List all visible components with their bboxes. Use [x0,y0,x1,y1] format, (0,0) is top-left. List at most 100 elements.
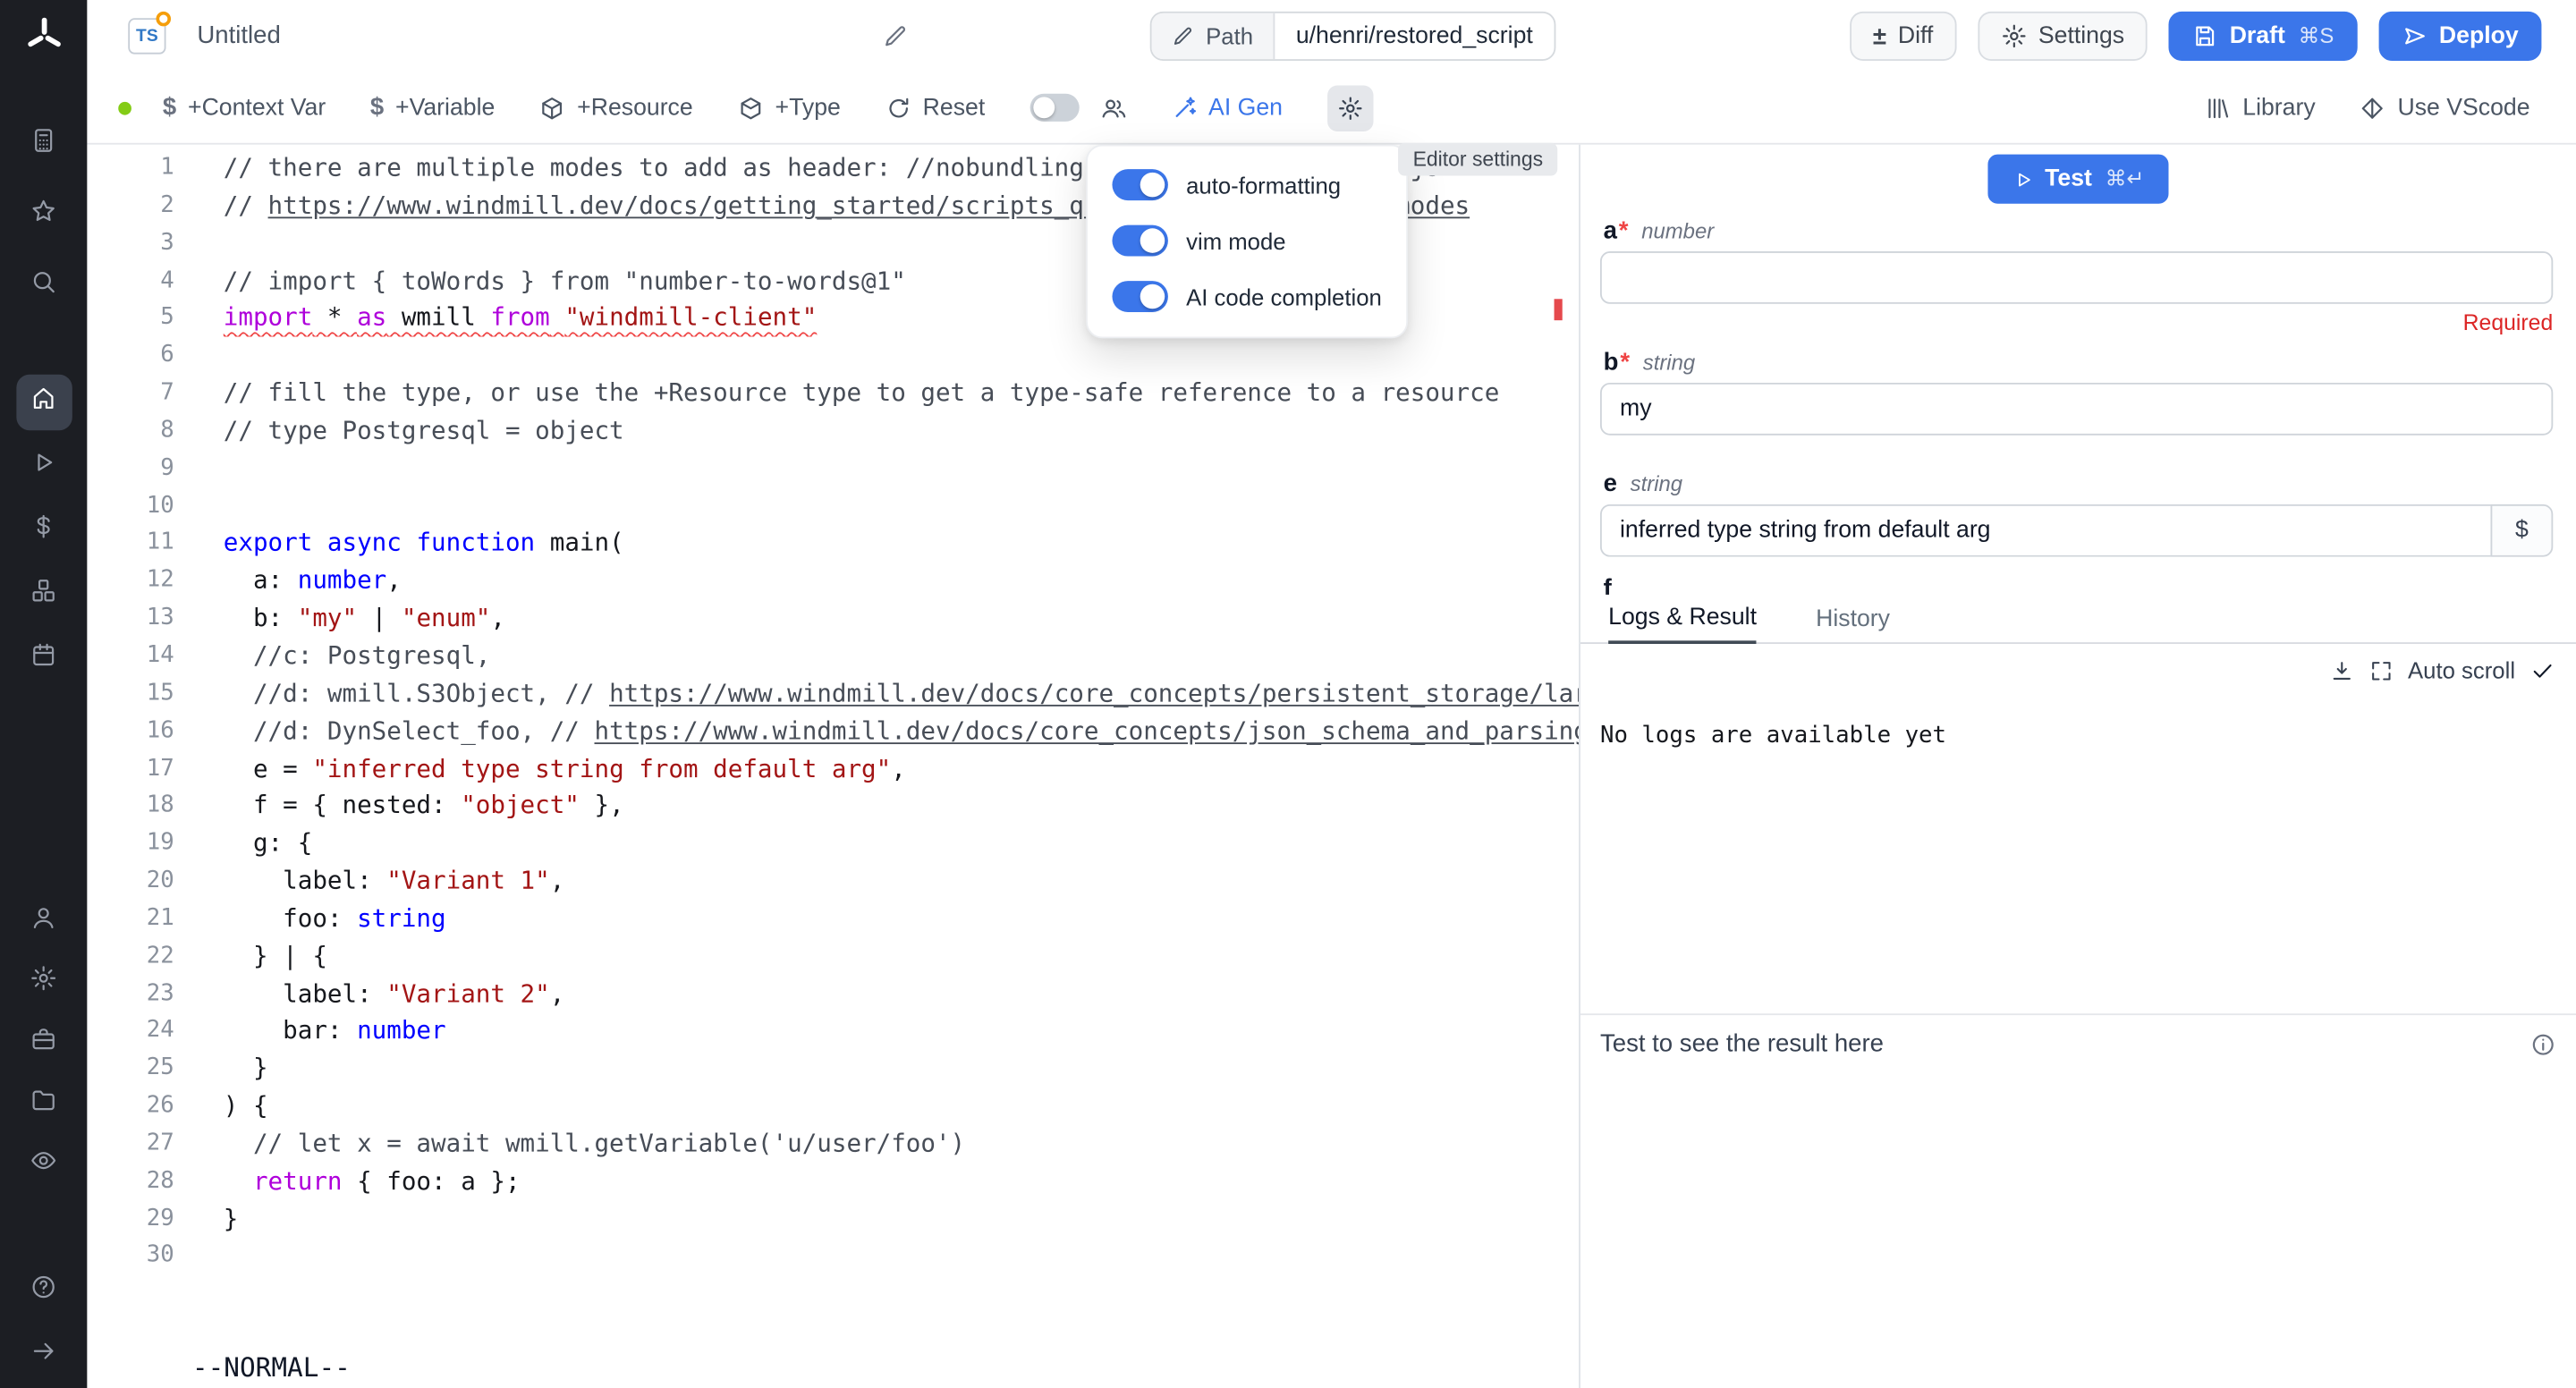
line-number: 19 [87,825,223,862]
sidebar-item-search[interactable] [0,250,87,320]
sidebar-item-variables[interactable] [0,498,87,563]
editor-setting-auto-formatting[interactable]: auto-formatting [1112,169,1381,200]
line-number: 29 [87,1200,223,1238]
path-editor[interactable]: Path u/henri/restored_script [1150,12,1556,61]
line-number: 21 [87,900,223,937]
add-type-button[interactable]: +Type [737,95,841,121]
code-line: 20 label: "Variant 1", [87,862,1579,900]
code-line: 28 return { foo: a }; [87,1163,1579,1200]
download-logs-icon[interactable] [2329,658,2354,683]
code-line: 25 } [87,1050,1579,1088]
code-line: 26) { [87,1088,1579,1125]
draft-shortcut: ⌘S [2299,23,2334,49]
code-line: 12 a: number, [87,563,1579,600]
diff-button[interactable]: ± Diff [1850,12,1956,61]
result-tabs: Logs & Result History [1580,595,2576,644]
dollar-icon [30,512,57,547]
sidebar-group-admin [0,891,87,1195]
save-icon [2191,23,2217,49]
code-line: 18 f = { nested: "object" }, [87,787,1579,825]
test-shortcut: ⌘↵ [2106,166,2145,192]
error-marker [1555,299,1563,320]
code-line: 30 [87,1238,1579,1275]
sidebar-item-apps[interactable] [0,108,87,179]
code-line: 9 [87,450,1579,487]
a-input[interactable] [1600,251,2553,304]
line-number: 12 [87,563,223,600]
sidebar-item-workspace-settings[interactable] [0,951,87,1011]
code-line: 29} [87,1200,1579,1238]
edit-summary-pencil-icon[interactable] [882,23,908,49]
auto-scroll-checkbox[interactable] [2530,658,2555,683]
kite-icon [2360,95,2385,121]
log-tools: Auto scroll [2329,657,2555,683]
language-badge-label: TS [136,26,158,46]
draft-button[interactable]: Draft ⌘S [2169,12,2357,61]
code-line: 6 [87,337,1579,375]
add-resource-button[interactable]: +Resource [539,95,693,121]
line-number: 7 [87,375,223,412]
expand-logs-icon[interactable] [2368,658,2394,683]
sidebar-item-folders[interactable] [0,1072,87,1133]
panel-divider [1580,1013,2576,1015]
e-input[interactable] [1600,504,2491,557]
sidebar-item-resources[interactable] [0,562,87,626]
play-icon [2012,168,2033,190]
field-b: b*string [1580,348,2576,435]
package-icon [737,95,763,121]
use-vscode-button[interactable]: Use VScode [2360,95,2529,121]
line-number: 11 [87,525,223,563]
deploy-label: Deploy [2439,23,2519,49]
users-icon [1100,95,1126,121]
line-number: 5 [87,300,223,337]
toggle-label: vim mode [1186,227,1285,253]
test-button[interactable]: Test ⌘↵ [1987,155,2169,204]
tab-history[interactable]: History [1816,595,1890,642]
settings-button[interactable]: Settings [1978,12,2148,61]
play-icon [30,448,57,484]
reset-button[interactable]: Reset [885,95,985,121]
code-line: 24 bar: number [87,1012,1579,1050]
windmill-logo-icon[interactable] [22,0,65,72]
sidebar-item-workers[interactable] [0,1011,87,1072]
code-line: 15 //d: wmill.S3Object, // https://www.w… [87,675,1579,713]
toggle-switch[interactable] [1112,281,1167,312]
toggle-switch[interactable] [1112,169,1167,200]
sidebar-item-schedules[interactable] [0,626,87,690]
sidebar-item-home[interactable] [0,369,87,434]
library-button[interactable]: Library [2205,95,2316,121]
sidebar-item-audit-logs[interactable] [0,1133,87,1194]
vim-status: --NORMAL-- [192,1352,351,1384]
line-number: 2 [87,187,223,224]
ai-gen-button[interactable]: AI Gen [1171,95,1283,121]
add-context-var-button[interactable]: $ +Context Var [163,94,326,122]
gear-icon [30,963,57,999]
sidebar-item-runs[interactable] [0,434,87,498]
field-name: e [1604,470,1617,497]
insert-variable-button[interactable]: $ [2490,504,2553,557]
b-input[interactable] [1600,383,2553,436]
code-line: 23 label: "Variant 2", [87,975,1579,1012]
cube-icon [539,95,565,121]
editor-toolbar: $ +Context Var $ +Variable +Resource +Ty… [87,72,2576,145]
tab-logs-result[interactable]: Logs & Result [1608,595,1757,644]
line-number: 14 [87,638,223,675]
sidebar-item-account[interactable] [0,891,87,952]
multiplayer-toggle[interactable] [1030,94,1079,122]
path-label: Path [1206,23,1253,49]
add-variable-button[interactable]: $ +Variable [370,94,495,122]
editor-settings-button[interactable] [1327,85,1373,131]
sidebar-item-collapse[interactable] [0,1323,87,1387]
runtime-badge-icon [156,12,171,27]
add-variable-label: +Variable [395,95,495,121]
script-title: Untitled [197,21,280,49]
editor-setting-ai-code-completion[interactable]: AI code completion [1112,281,1381,312]
toggle-switch[interactable] [1112,225,1167,257]
sidebar-item-favorites[interactable] [0,179,87,250]
sidebar-item-help[interactable] [0,1258,87,1323]
ai-gen-label: AI Gen [1208,95,1283,121]
editor-setting-vim-mode[interactable]: vim mode [1112,225,1381,257]
deploy-button[interactable]: Deploy [2378,12,2541,61]
language-badge-ts: TS [128,18,165,54]
line-number: 26 [87,1088,223,1125]
